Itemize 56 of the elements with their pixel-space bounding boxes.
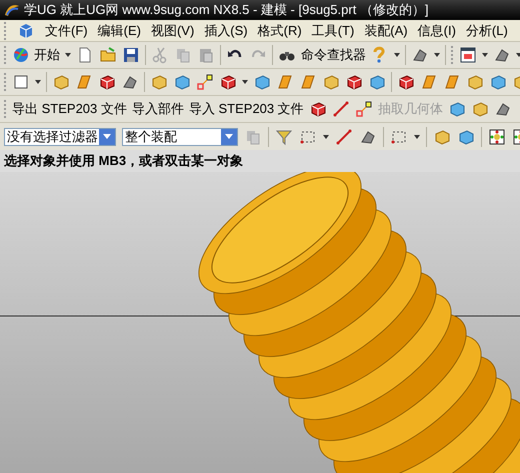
window-icon[interactable] — [459, 46, 477, 64]
caret-icon[interactable] — [35, 80, 41, 84]
folder-icon[interactable] — [99, 46, 117, 64]
caret-icon — [103, 134, 111, 139]
window-title: 学UG 就上UG网 www.9sug.com NX8.5 - 建模 - [9sug5.prt （修改的）] — [24, 1, 429, 20]
menu-item[interactable]: 格式(R) — [258, 20, 302, 40]
menu-item[interactable]: 信息(I) — [418, 20, 456, 40]
menu-item[interactable]: 编辑(E) — [98, 20, 141, 40]
start-button[interactable]: 开始 — [12, 45, 60, 65]
block-icon[interactable] — [219, 73, 237, 91]
caret-icon[interactable] — [65, 53, 71, 57]
block-icon[interactable] — [308, 100, 327, 118]
toolbar-grip[interactable] — [4, 22, 7, 40]
line-icon[interactable] — [332, 100, 350, 118]
menu-item[interactable]: 视图(V) — [150, 20, 194, 40]
menu-item[interactable]: 工具(T) — [312, 20, 354, 40]
save-icon[interactable] — [122, 46, 140, 64]
line-icon[interactable] — [335, 128, 353, 146]
cube-icon[interactable] — [17, 22, 35, 40]
surface-icon[interactable] — [75, 73, 93, 91]
sketch-icon[interactable] — [12, 73, 30, 91]
logo-icon — [4, 3, 20, 17]
command-finder-button[interactable]: 命令查找器 — [301, 45, 366, 65]
selection-icon[interactable] — [488, 128, 506, 146]
caret-icon[interactable] — [242, 80, 248, 84]
surface-icon[interactable] — [420, 73, 438, 91]
block-icon[interactable] — [98, 73, 116, 91]
block-icon[interactable] — [345, 73, 363, 91]
block-icon[interactable] — [397, 73, 415, 91]
menu-item[interactable]: 分析(L) — [466, 20, 508, 40]
globe-icon[interactable] — [12, 46, 30, 64]
menu-item[interactable]: 插入(S) — [204, 20, 248, 40]
filter-icon[interactable] — [275, 128, 293, 146]
toolbar-command[interactable]: 导入部件 — [132, 99, 184, 119]
caret-icon[interactable] — [414, 134, 420, 138]
status-text: 选择对象并使用 MB3，或者双击某一对象 — [4, 152, 244, 170]
caret-icon — [225, 134, 233, 139]
caret-icon[interactable] — [394, 53, 400, 57]
menu-item[interactable]: 文件(F) — [45, 20, 88, 40]
toolbar-command[interactable]: 导出 STEP203 文件 — [12, 99, 127, 119]
dropdown[interactable]: 整个装配 — [122, 128, 238, 146]
surface-icon[interactable] — [276, 73, 294, 91]
menu-item[interactable]: 装配(A) — [364, 20, 408, 40]
toolbar-grip[interactable] — [451, 46, 454, 64]
toolbar-grip[interactable] — [4, 100, 7, 118]
caret-icon[interactable] — [482, 53, 488, 57]
toolbar-grip[interactable] — [4, 73, 7, 91]
toolbar-command[interactable]: 导入 STEP203 文件 — [188, 99, 304, 119]
surface-icon[interactable] — [299, 73, 317, 91]
points-icon[interactable] — [354, 100, 373, 118]
caret-icon[interactable] — [323, 134, 329, 138]
points-icon[interactable] — [196, 73, 214, 91]
dropdown[interactable]: 没有选择过滤器 — [4, 128, 116, 146]
surface-icon[interactable] — [443, 73, 461, 91]
caret-icon[interactable] — [434, 53, 440, 57]
toolbar-grip[interactable] — [4, 46, 7, 64]
